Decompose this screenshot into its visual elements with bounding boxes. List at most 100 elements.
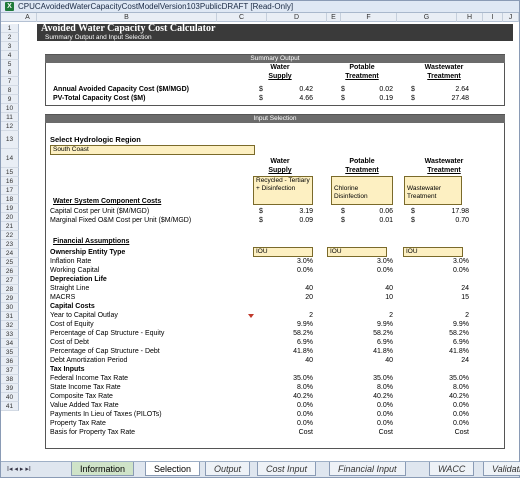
row-header-20[interactable]: 20 bbox=[1, 213, 19, 222]
financial-value-water[interactable]: 8.0% bbox=[251, 383, 313, 392]
tab-scroll-arrows[interactable]: I◂ ◂ ▸ ▸I bbox=[7, 465, 31, 473]
component-select-water[interactable]: Recycled - Tertiary + Disinfection bbox=[253, 176, 313, 205]
financial-value-waste[interactable]: 0.0% bbox=[411, 266, 469, 275]
row-header-2[interactable]: 2 bbox=[1, 33, 19, 42]
row-header-1[interactable]: 1 bbox=[1, 24, 19, 33]
financial-value-waste[interactable]: 0.0% bbox=[411, 401, 469, 410]
financial-value-potable[interactable]: 58.2% bbox=[331, 329, 393, 338]
column-header-g[interactable]: G bbox=[397, 13, 457, 22]
row-header-16[interactable]: 16 bbox=[1, 177, 19, 186]
financial-value-potable[interactable]: 3.0% bbox=[331, 257, 393, 266]
row-header-36[interactable]: 36 bbox=[1, 357, 19, 366]
financial-value-water[interactable]: 40 bbox=[251, 356, 313, 365]
row-header-35[interactable]: 35 bbox=[1, 348, 19, 357]
row-header-32[interactable]: 32 bbox=[1, 321, 19, 330]
column-header-d[interactable]: D bbox=[267, 13, 327, 22]
column-header-h[interactable]: H bbox=[457, 13, 483, 22]
financial-value-waste[interactable]: 58.2% bbox=[411, 329, 469, 338]
financial-value-waste[interactable]: 24 bbox=[411, 284, 469, 293]
financial-value-waste[interactable]: 6.9% bbox=[411, 338, 469, 347]
tab-wacc[interactable]: WACC bbox=[429, 462, 475, 476]
financial-value-waste[interactable]: 35.0% bbox=[411, 374, 469, 383]
row-header-37[interactable]: 37 bbox=[1, 366, 19, 375]
financial-value-water[interactable]: 41.8% bbox=[251, 347, 313, 356]
row-header-8[interactable]: 8 bbox=[1, 86, 19, 95]
financial-value-potable[interactable]: 0.0% bbox=[331, 419, 393, 428]
ownership-select-potable[interactable]: IOU bbox=[327, 247, 387, 257]
financial-value-water[interactable]: 2 bbox=[251, 311, 313, 320]
financial-value-water[interactable]: 40.2% bbox=[251, 392, 313, 401]
tab-cost-input[interactable]: Cost Input bbox=[257, 462, 317, 476]
row-header-23[interactable]: 23 bbox=[1, 240, 19, 249]
financial-value-waste[interactable]: 8.0% bbox=[411, 383, 469, 392]
tab-validati[interactable]: Validati bbox=[483, 462, 520, 476]
ownership-select-water[interactable]: IOU bbox=[253, 247, 313, 257]
financial-value-water[interactable]: Cost bbox=[251, 428, 313, 437]
row-header-31[interactable]: 31 bbox=[1, 312, 19, 321]
financial-value-potable[interactable]: 10 bbox=[331, 293, 393, 302]
row-header-11[interactable]: 11 bbox=[1, 113, 19, 122]
financial-value-potable[interactable]: 35.0% bbox=[331, 374, 393, 383]
column-header-i[interactable]: I bbox=[483, 13, 503, 22]
row-header-3[interactable]: 3 bbox=[1, 42, 19, 51]
row-header-12[interactable]: 12 bbox=[1, 122, 19, 131]
row-header-27[interactable]: 27 bbox=[1, 276, 19, 285]
financial-value-potable[interactable]: Cost bbox=[331, 428, 393, 437]
row-header-14[interactable]: 14 bbox=[1, 149, 19, 168]
row-header-7[interactable]: 7 bbox=[1, 77, 19, 86]
row-header-41[interactable]: 41 bbox=[1, 402, 19, 411]
row-header-22[interactable]: 22 bbox=[1, 231, 19, 240]
row-header-26[interactable]: 26 bbox=[1, 267, 19, 276]
financial-value-potable[interactable]: 6.9% bbox=[331, 338, 393, 347]
row-header-28[interactable]: 28 bbox=[1, 285, 19, 294]
column-header-a[interactable]: A bbox=[19, 13, 37, 22]
row-header-30[interactable]: 30 bbox=[1, 303, 19, 312]
financial-value-waste[interactable]: 9.9% bbox=[411, 320, 469, 329]
column-header-f[interactable]: F bbox=[341, 13, 397, 22]
row-header-13[interactable]: 13 bbox=[1, 131, 19, 149]
financial-value-water[interactable]: 6.9% bbox=[251, 338, 313, 347]
financial-value-waste[interactable]: 3.0% bbox=[411, 257, 469, 266]
column-header-e[interactable]: E bbox=[327, 13, 341, 22]
financial-value-waste[interactable]: Cost bbox=[411, 428, 469, 437]
row-header-29[interactable]: 29 bbox=[1, 294, 19, 303]
financial-value-water[interactable]: 40 bbox=[251, 284, 313, 293]
financial-value-waste[interactable]: 0.0% bbox=[411, 419, 469, 428]
financial-value-water[interactable]: 58.2% bbox=[251, 329, 313, 338]
financial-value-potable[interactable]: 8.0% bbox=[331, 383, 393, 392]
financial-value-waste[interactable]: 0.0% bbox=[411, 410, 469, 419]
financial-value-waste[interactable]: 2 bbox=[411, 311, 469, 320]
row-header-19[interactable]: 19 bbox=[1, 204, 19, 213]
row-header-18[interactable]: 18 bbox=[1, 195, 19, 204]
financial-value-water[interactable]: 0.0% bbox=[251, 266, 313, 275]
financial-value-potable[interactable]: 0.0% bbox=[331, 266, 393, 275]
financial-value-waste[interactable]: 24 bbox=[411, 356, 469, 365]
financial-value-potable[interactable]: 41.8% bbox=[331, 347, 393, 356]
row-header-25[interactable]: 25 bbox=[1, 258, 19, 267]
column-header-b[interactable]: B bbox=[37, 13, 217, 22]
financial-value-potable[interactable]: 9.9% bbox=[331, 320, 393, 329]
row-header-33[interactable]: 33 bbox=[1, 330, 19, 339]
financial-value-potable[interactable]: 0.0% bbox=[331, 410, 393, 419]
financial-value-water[interactable]: 0.0% bbox=[251, 401, 313, 410]
row-header-40[interactable]: 40 bbox=[1, 393, 19, 402]
row-header-6[interactable]: 6 bbox=[1, 68, 19, 77]
row-header-24[interactable]: 24 bbox=[1, 249, 19, 258]
tab-output[interactable]: Output bbox=[205, 462, 251, 476]
row-header-10[interactable]: 10 bbox=[1, 104, 19, 113]
financial-value-potable[interactable]: 0.0% bbox=[331, 401, 393, 410]
region-select[interactable]: South Coast bbox=[50, 145, 255, 155]
row-header-4[interactable]: 4 bbox=[1, 51, 19, 60]
financial-value-water[interactable]: 3.0% bbox=[251, 257, 313, 266]
financial-value-waste[interactable]: 41.8% bbox=[411, 347, 469, 356]
financial-value-water[interactable]: 0.0% bbox=[251, 419, 313, 428]
tab-selection[interactable]: Selection bbox=[145, 462, 201, 476]
financial-value-water[interactable]: 9.9% bbox=[251, 320, 313, 329]
tab-financial-input[interactable]: Financial Input bbox=[329, 462, 406, 476]
ownership-select-waste[interactable]: IOU bbox=[403, 247, 463, 257]
row-header-17[interactable]: 17 bbox=[1, 186, 19, 195]
financial-value-waste[interactable]: 40.2% bbox=[411, 392, 469, 401]
column-header-j[interactable]: J bbox=[503, 13, 519, 22]
row-header-39[interactable]: 39 bbox=[1, 384, 19, 393]
column-header-c[interactable]: C bbox=[217, 13, 267, 22]
